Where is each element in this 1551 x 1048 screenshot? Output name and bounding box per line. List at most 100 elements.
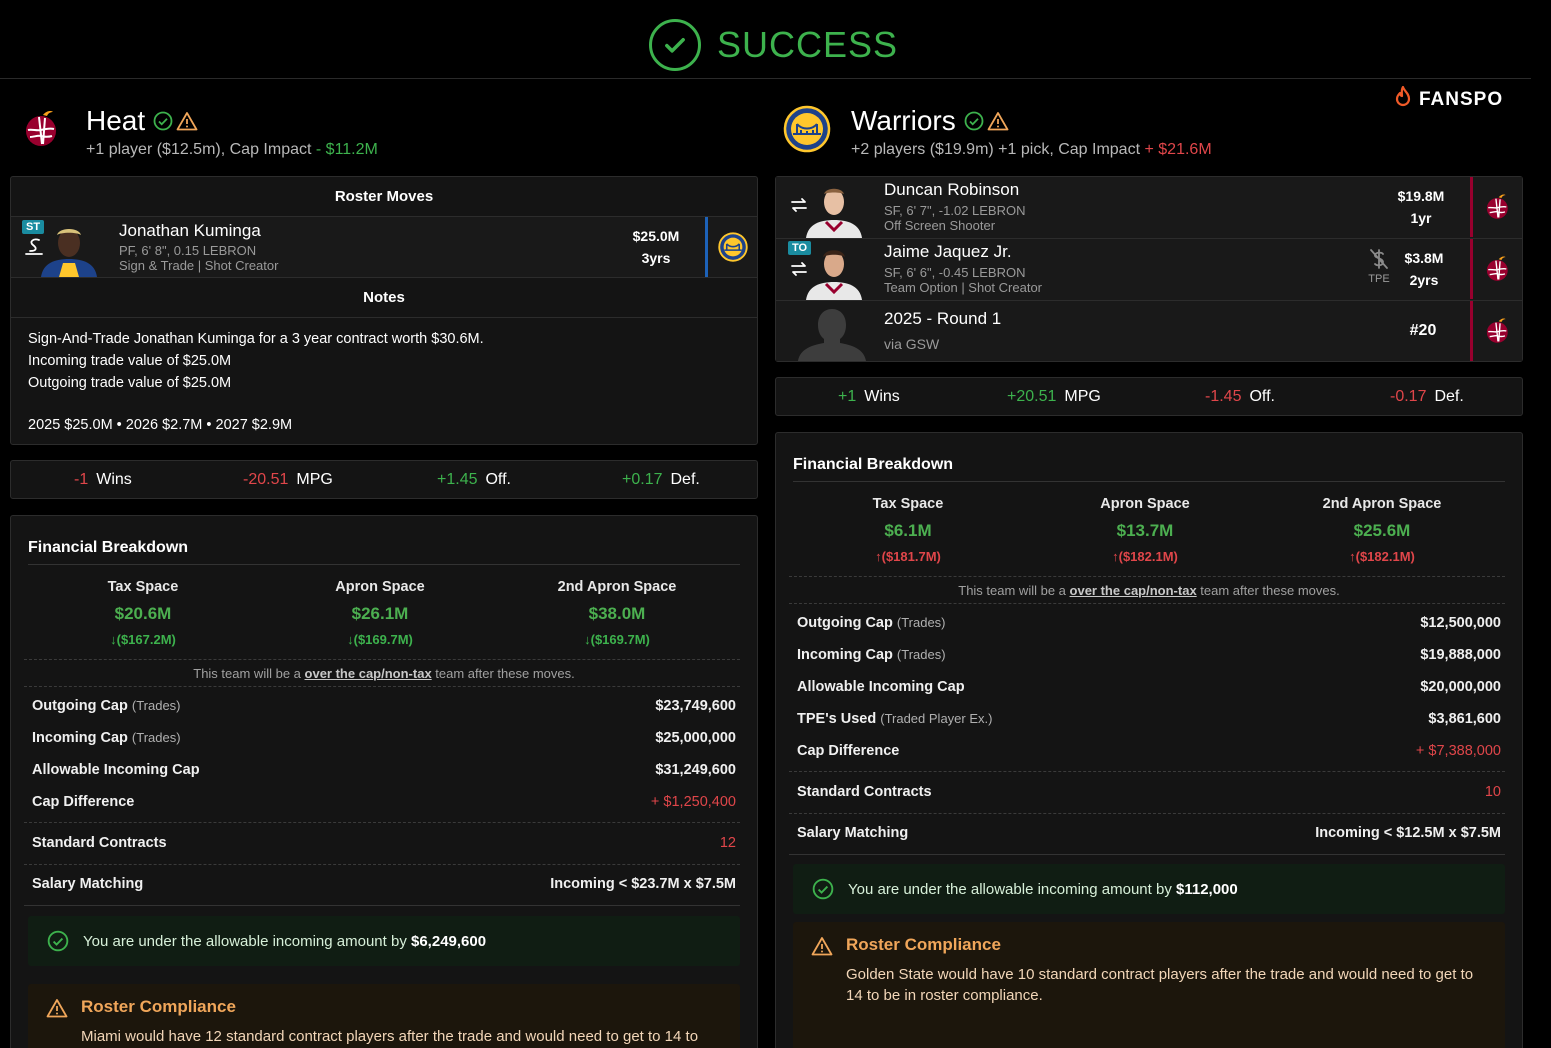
pick-number: #20 bbox=[1409, 322, 1437, 339]
cap-difference-row: Cap Difference + $7,388,000 bbox=[797, 743, 1501, 759]
tax-space: Tax Space $20.6M ↓($167.2M) bbox=[43, 579, 243, 647]
wins-stat: -1 Wins bbox=[74, 471, 132, 489]
destination-team bbox=[705, 217, 757, 277]
space-value: $6.1M bbox=[884, 521, 932, 540]
draft-pick-row[interactable]: 2025 - Round 1 via GSW #20 bbox=[776, 301, 1522, 361]
warriors-logo-icon bbox=[783, 105, 831, 153]
player-info: PF, 6' 8", 0.15 LEBRON bbox=[119, 243, 257, 258]
cap-impact-value: - $11.2M bbox=[315, 141, 378, 158]
player-info: SF, 6' 6", -0.45 LEBRON bbox=[884, 265, 1026, 280]
pick-name[interactable]: 2025 - Round 1 bbox=[884, 309, 1001, 329]
warning-title: Roster Compliance bbox=[846, 935, 1001, 954]
mpg-stat: +20.51 MPG bbox=[1007, 388, 1101, 406]
cap-status-link[interactable]: over the cap/non-tax bbox=[305, 666, 432, 681]
warning-title: Roster Compliance bbox=[81, 997, 236, 1016]
team-name: Heat bbox=[86, 105, 378, 137]
second-apron-space: 2nd Apron Space $25.6M ↑($182.1M) bbox=[1282, 496, 1482, 564]
heat-logo-icon bbox=[1486, 318, 1508, 343]
financial-breakdown-panel: Financial Breakdown Tax Space $20.6M ↓($… bbox=[10, 515, 758, 1048]
player-name[interactable]: Jaime Jaquez Jr. bbox=[884, 242, 1012, 262]
apron-space: Apron Space $13.7M ↑($182.1M) bbox=[1045, 496, 1245, 564]
salary-matching-row: Salary Matching Incoming < $23.7M x $7.5M bbox=[32, 876, 736, 892]
wins-stat: +1 Wins bbox=[838, 388, 900, 406]
check-circle-icon bbox=[812, 878, 834, 900]
check-circle-icon bbox=[47, 930, 69, 952]
roster-compliance-box: Roster Compliance Golden State would hav… bbox=[793, 922, 1505, 1048]
space-label: Tax Space bbox=[872, 496, 944, 512]
player-role: Sign & Trade | Shot Creator bbox=[119, 258, 279, 273]
space-value: $20.6M bbox=[114, 604, 172, 623]
space-label: 2nd Apron Space bbox=[557, 579, 677, 595]
stat-label: Off. bbox=[485, 470, 511, 488]
note-line: Incoming trade value of $25.0M bbox=[28, 353, 232, 369]
fanspo-logo[interactable]: FANSPO bbox=[1393, 85, 1503, 114]
impact-bar: -1 Wins -20.51 MPG +1.45 Off. +0.17 Def. bbox=[10, 460, 758, 499]
status-header: SUCCESS bbox=[0, 0, 1531, 79]
salary-matching-row: Salary Matching Incoming < $12.5M x $7.5M bbox=[797, 825, 1501, 841]
allowable-incoming-row: Allowable Incoming Cap $20,000,000 bbox=[797, 679, 1501, 695]
stat-label: Def. bbox=[1434, 387, 1464, 405]
outgoing-cap-row: Outgoing Cap (Trades) $12,500,000 bbox=[797, 615, 1501, 631]
standard-contracts-row: Standard Contracts 12 bbox=[32, 835, 736, 851]
player-name[interactable]: Jonathan Kuminga bbox=[119, 221, 261, 241]
warning-text: Golden State would have 10 standard cont… bbox=[846, 966, 1474, 1004]
stat-value: -1.45 bbox=[1205, 387, 1242, 405]
contract-info: $25.0M 3yrs bbox=[616, 225, 696, 269]
space-value: $13.7M bbox=[1116, 521, 1174, 540]
player-row[interactable]: TO Jaime Jaquez Jr. SF, 6' 6", -0.45 LEB… bbox=[776, 239, 1522, 301]
cap-impact-value: + $21.6M bbox=[1144, 141, 1212, 158]
financial-title: Financial Breakdown bbox=[793, 456, 954, 473]
warning-icon bbox=[987, 111, 1009, 131]
salary-schedule: 2025 $25.0M • 2026 $2.7M • 2027 $2.9M bbox=[28, 417, 293, 433]
cap-status-link[interactable]: over the cap/non-tax bbox=[1070, 583, 1197, 598]
def-stat: -0.17 Def. bbox=[1390, 388, 1464, 406]
stat-value: +1.45 bbox=[437, 470, 478, 488]
warning-text: Miami would have 12 standard contract pl… bbox=[81, 1028, 699, 1045]
roster-notes-panel: Roster Moves ST Jonathan Kuminga PF, 6' … bbox=[10, 176, 758, 445]
pick-origin: via GSW bbox=[884, 336, 940, 352]
years-value: 2yrs bbox=[1409, 272, 1439, 288]
allowable-ok-box: You are under the allowable incoming amo… bbox=[28, 916, 740, 966]
space-label: Apron Space bbox=[1100, 496, 1190, 512]
stat-label: Off. bbox=[1249, 387, 1275, 405]
notes-title: Notes bbox=[11, 278, 757, 318]
contract-info: $19.8M 1yr bbox=[1381, 185, 1461, 229]
team-name-text: Warriors bbox=[851, 105, 956, 136]
warriors-logo-icon bbox=[717, 232, 748, 262]
tax-space: Tax Space $6.1M ↑($181.7M) bbox=[808, 496, 1008, 564]
space-delta: ↓($169.7M) bbox=[347, 632, 413, 647]
off-stat: -1.45 Off. bbox=[1205, 388, 1275, 406]
roster-compliance-box: Roster Compliance Miami would have 12 st… bbox=[28, 984, 740, 1048]
financial-breakdown-panel: Financial Breakdown Tax Space $6.1M ↑($1… bbox=[775, 432, 1523, 1048]
destination-team bbox=[1470, 239, 1522, 299]
cap-status-note: This team will be a over the cap/non-tax… bbox=[193, 666, 575, 681]
allowable-incoming-row: Allowable Incoming Cap $31,249,600 bbox=[32, 762, 736, 778]
outgoing-cap-row: Outgoing Cap (Trades) $23,749,600 bbox=[32, 698, 736, 714]
player-role: Off Screen Shooter bbox=[884, 218, 996, 233]
space-label: Tax Space bbox=[107, 579, 179, 595]
financial-title: Financial Breakdown bbox=[28, 539, 189, 556]
space-value: $26.1M bbox=[351, 604, 409, 623]
team-summary: +1 player ($12.5m), Cap Impact - $11.2M bbox=[86, 141, 378, 159]
salary-value: $25.0M bbox=[632, 228, 680, 244]
contract-info: $3.8M 2yrs bbox=[1384, 247, 1464, 291]
years-value: 3yrs bbox=[641, 250, 671, 266]
space-delta: ↓($169.7M) bbox=[584, 632, 650, 647]
team-header-heat: Heat +1 player ($12.5m), Cap Impact - $1… bbox=[18, 105, 378, 159]
apron-space: Apron Space $26.1M ↓($169.7M) bbox=[280, 579, 480, 647]
check-circle-icon bbox=[153, 111, 173, 131]
incoming-cap-row: Incoming Cap (Trades) $19,888,000 bbox=[797, 647, 1501, 663]
cap-difference-row: Cap Difference + $1,250,400 bbox=[32, 794, 736, 810]
impact-bar: +1 Wins +20.51 MPG -1.45 Off. -0.17 Def. bbox=[775, 377, 1523, 416]
player-row[interactable]: ST Jonathan Kuminga PF, 6' 8", 0.15 LEBR… bbox=[11, 217, 757, 278]
player-name[interactable]: Duncan Robinson bbox=[884, 180, 1019, 200]
flame-icon bbox=[1393, 85, 1413, 114]
salary-value: $3.8M bbox=[1404, 250, 1444, 266]
silhouette-icon bbox=[796, 303, 871, 361]
destination-team bbox=[1470, 177, 1522, 237]
salary-value: $19.8M bbox=[1397, 188, 1445, 204]
player-role: Team Option | Shot Creator bbox=[884, 280, 1043, 295]
team-name: Warriors bbox=[851, 105, 1212, 137]
player-row[interactable]: Duncan Robinson SF, 6' 7", -1.02 LEBRON … bbox=[776, 177, 1522, 239]
stat-value: -0.17 bbox=[1390, 387, 1427, 405]
